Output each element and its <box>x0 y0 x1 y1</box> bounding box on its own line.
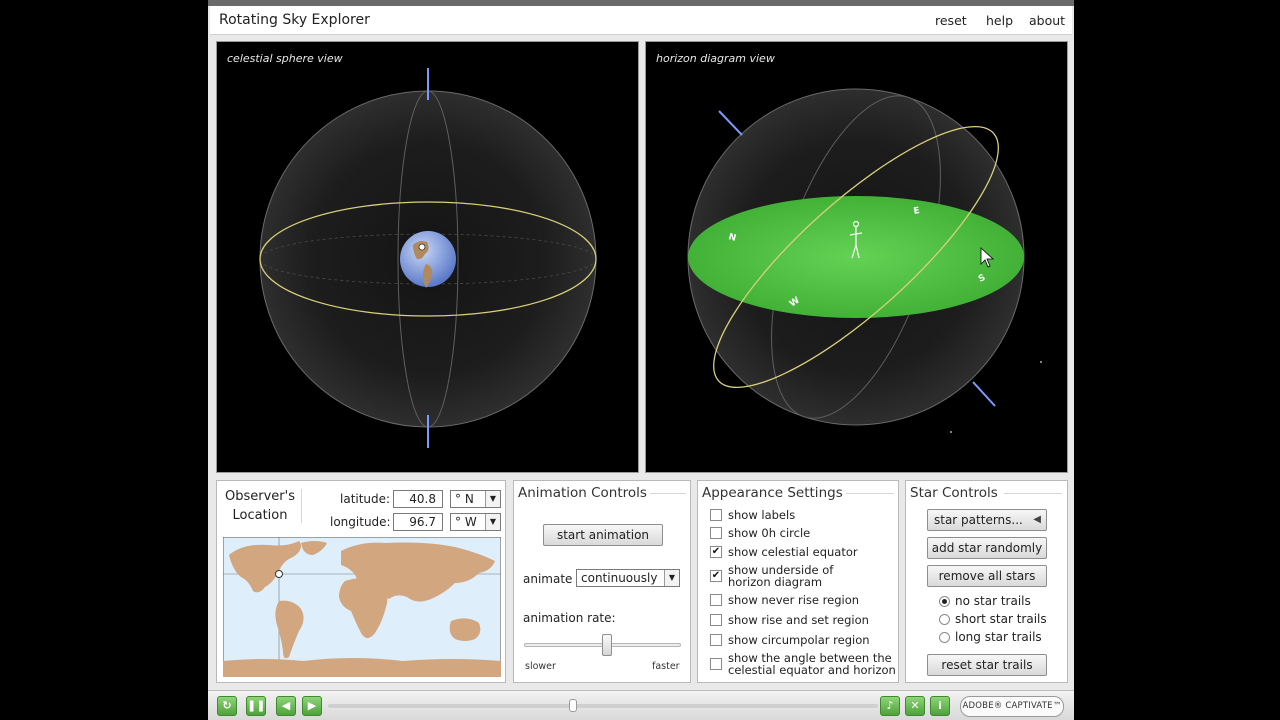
checkbox[interactable] <box>710 614 722 626</box>
latitude-label: latitude: <box>340 492 391 506</box>
chevron-down-icon[interactable]: ▼ <box>485 491 500 507</box>
animate-label: animate <box>523 572 573 586</box>
next-icon[interactable]: ▶ <box>302 696 322 716</box>
remove-all-stars-button[interactable]: remove all stars <box>927 565 1047 587</box>
adobe-captivate-logo: ADOBE® CAPTIVATE™ <box>960 696 1064 717</box>
playback-progress-thumb[interactable] <box>569 699 577 712</box>
divider <box>846 493 894 494</box>
observer-location-panel: Observer's Location latitude: 40.8 ° N ▼… <box>216 480 506 683</box>
animation-controls-title: Animation Controls <box>518 485 647 501</box>
chevron-down-icon[interactable]: ▼ <box>485 514 500 530</box>
divider <box>1004 493 1062 494</box>
slider-max-label: faster <box>652 661 680 672</box>
latitude-direction-select[interactable]: ° N ▼ <box>450 490 501 508</box>
add-star-randomly-button[interactable]: add star randomly <box>927 537 1047 559</box>
animation-rate-label: animation rate: <box>523 611 616 625</box>
start-animation-button[interactable]: start animation <box>543 524 663 546</box>
celestial-pole-south <box>972 381 996 407</box>
celestial-sphere-view[interactable]: celestial sphere view <box>216 41 639 473</box>
observer-map-marker[interactable] <box>275 570 283 578</box>
reset-star-trails-button[interactable]: reset star trails <box>927 654 1047 676</box>
playback-progress-track[interactable] <box>328 704 878 708</box>
horizon-plane <box>688 196 1024 318</box>
close-icon[interactable]: ✕ <box>905 696 925 716</box>
animate-mode-select[interactable]: continuously ▼ <box>576 569 680 587</box>
checkbox[interactable]: ✔ <box>710 546 722 558</box>
checkbox[interactable] <box>710 527 722 539</box>
longitude-label: longitude: <box>330 515 391 529</box>
radio-selected-dot <box>942 599 947 604</box>
map-land-australia <box>449 618 481 641</box>
app-window: Rotating Sky Explorer reset help about c… <box>208 0 1074 720</box>
world-map[interactable] <box>223 537 501 677</box>
chevron-left-icon: ◀ <box>1033 514 1041 525</box>
star <box>1040 361 1042 363</box>
celestial-pole-north <box>718 110 743 136</box>
help-link[interactable]: help <box>986 13 1013 28</box>
radio-button[interactable] <box>939 632 950 643</box>
checkbox[interactable] <box>710 594 722 606</box>
observer-marker <box>418 243 426 251</box>
radio-button[interactable] <box>939 596 950 607</box>
animation-rate-slider-thumb[interactable] <box>602 634 613 656</box>
radio-button[interactable] <box>939 614 950 625</box>
divider <box>301 489 302 523</box>
horizon-diagram-view[interactable]: horizon diagram view N E S W <box>645 41 1068 473</box>
rewind-icon[interactable]: ↻ <box>217 696 237 716</box>
checkbox[interactable]: ✔ <box>710 570 722 582</box>
animation-controls-panel: Animation Controls start animation anima… <box>513 480 691 683</box>
celestial-sphere-graphic[interactable] <box>217 42 639 473</box>
horizon-diagram-graphic[interactable]: N E S W <box>646 42 1068 473</box>
longitude-input[interactable]: 96.7 <box>393 513 443 531</box>
chevron-down-icon[interactable]: ▼ <box>664 570 679 586</box>
pause-icon[interactable]: ❚❚ <box>246 696 266 716</box>
star-patterns-button[interactable]: star patterns... ◀ <box>927 509 1047 531</box>
title-bar: Rotating Sky Explorer reset help about <box>210 6 1072 35</box>
star-controls-panel: Star Controls star patterns... ◀ add sta… <box>905 480 1068 683</box>
volume-icon[interactable]: ♪ <box>880 696 900 716</box>
checkbox[interactable] <box>710 634 722 646</box>
observer-location-title: Observer's Location <box>225 489 295 523</box>
info-icon[interactable]: i <box>930 696 950 716</box>
player-bar: ↻ ❚❚ ◀ ▶ ♪ ✕ i ADOBE® CAPTIVATE™ <box>208 690 1074 720</box>
reset-link[interactable]: reset <box>935 13 967 28</box>
star <box>950 431 952 433</box>
appearance-settings-title: Appearance Settings <box>702 485 843 501</box>
checkbox[interactable] <box>710 509 722 521</box>
about-link[interactable]: about <box>1029 13 1065 28</box>
latitude-input[interactable]: 40.8 <box>393 490 443 508</box>
appearance-settings-panel: Appearance Settings show labels show 0h … <box>697 480 899 683</box>
longitude-direction-select[interactable]: ° W ▼ <box>450 513 501 531</box>
star-controls-title: Star Controls <box>910 485 998 501</box>
map-land-antarctica <box>223 658 501 677</box>
divider <box>650 493 686 494</box>
slider-min-label: slower <box>525 661 556 672</box>
checkbox[interactable] <box>710 658 722 670</box>
previous-icon[interactable]: ◀ <box>276 696 296 716</box>
app-title: Rotating Sky Explorer <box>219 12 370 28</box>
